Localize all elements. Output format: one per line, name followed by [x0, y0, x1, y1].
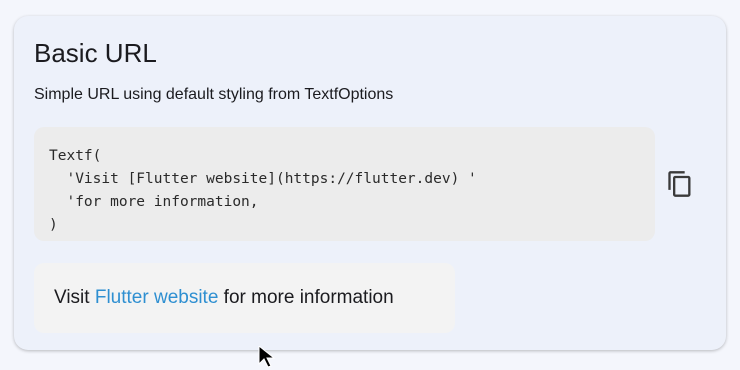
card-title: Basic URL — [34, 38, 157, 68]
rendered-preview: Visit Flutter website for more informati… — [34, 263, 455, 333]
code-line: Textf( — [49, 148, 102, 164]
preview-prefix: Visit — [54, 287, 95, 308]
code-line: ) — [49, 217, 58, 233]
flutter-website-link[interactable]: Flutter website — [95, 287, 219, 309]
card-subtitle: Simple URL using default styling from Te… — [34, 86, 394, 103]
code-line: 'for more information, — [49, 194, 259, 210]
mouse-pointer-icon — [258, 346, 276, 368]
preview-suffix: for more information — [218, 287, 394, 308]
code-line: 'Visit [Flutter website](https://flutter… — [49, 171, 477, 187]
copy-icon — [668, 171, 691, 197]
code-block: Textf( 'Visit [Flutter website](https://… — [34, 127, 655, 241]
copy-button[interactable] — [662, 166, 698, 202]
example-card: Basic URL Simple URL using default styli… — [14, 16, 726, 350]
